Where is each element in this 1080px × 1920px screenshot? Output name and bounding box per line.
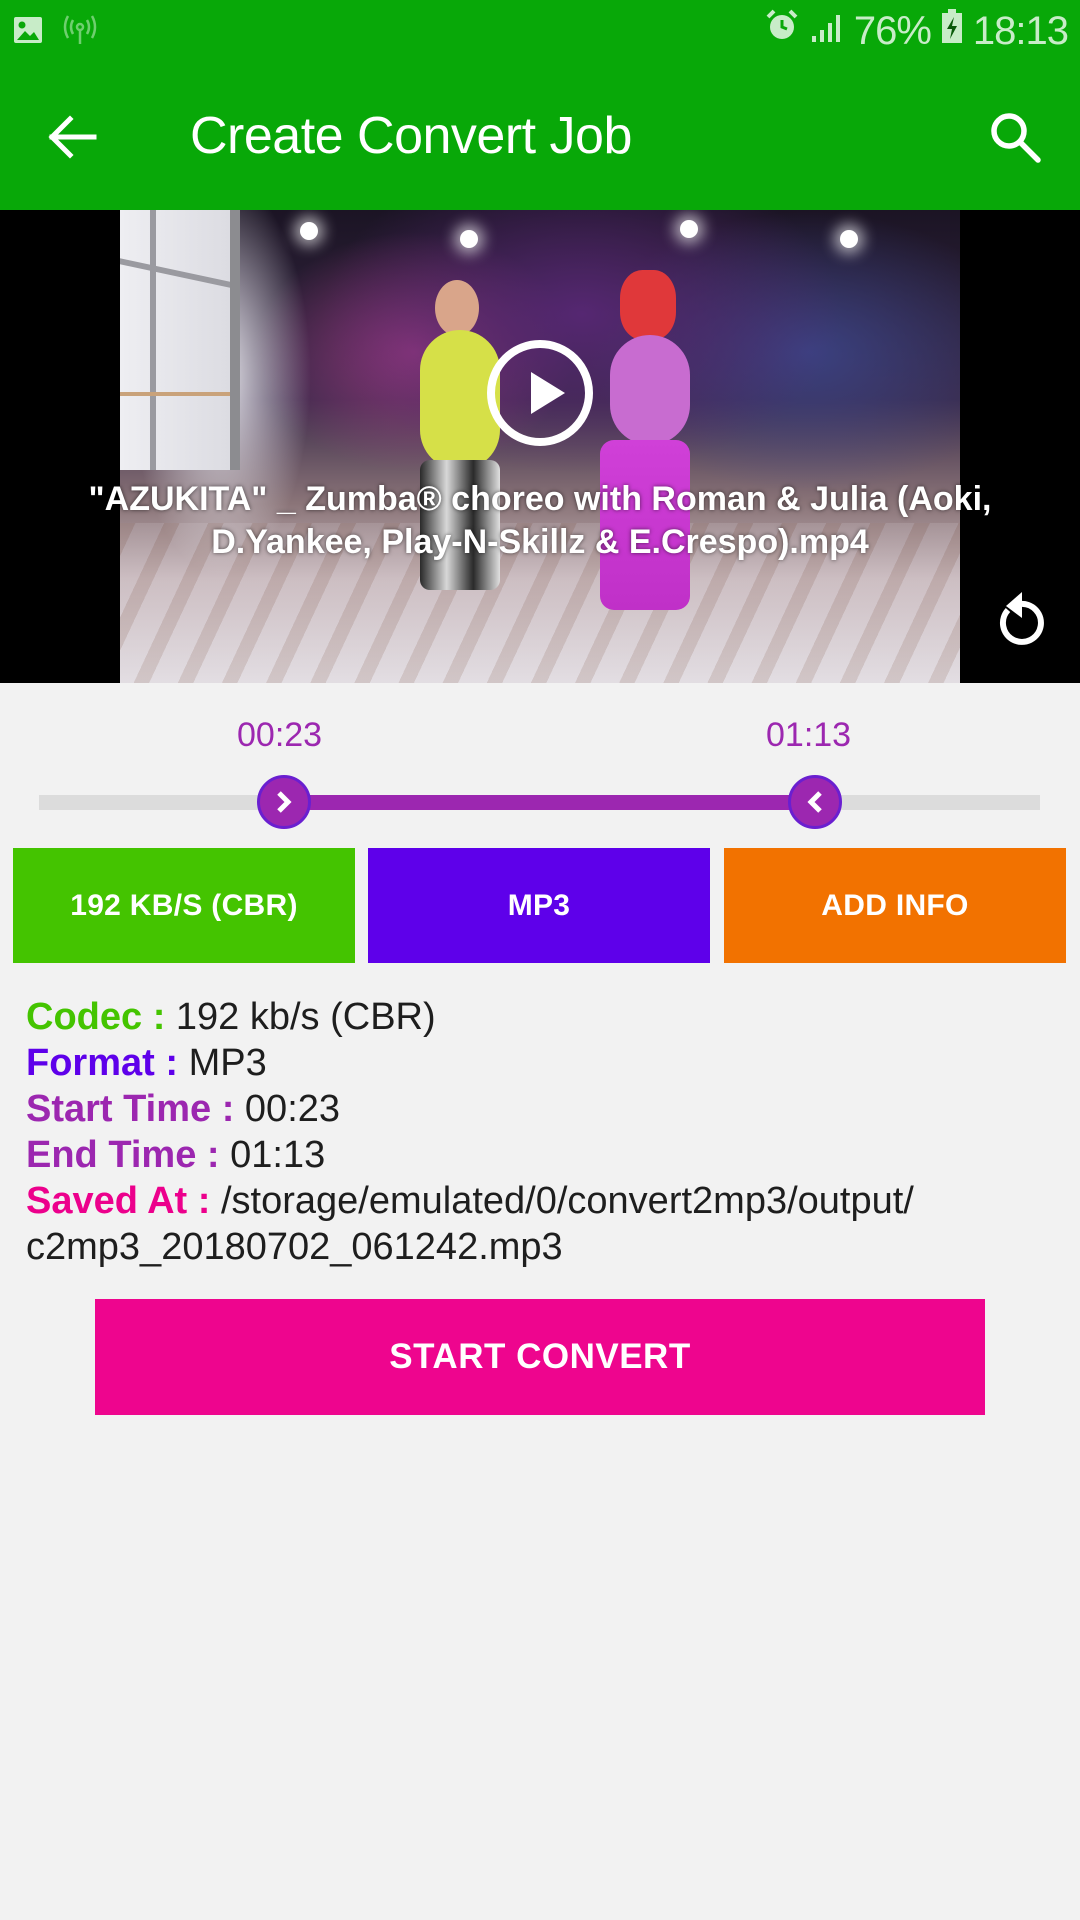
thumbnail-window	[120, 210, 240, 470]
app-bar: Create Convert Job	[0, 64, 1080, 210]
thumbnail-light	[300, 222, 318, 240]
format-button[interactable]: MP3	[368, 848, 710, 963]
trim-start-label: 00:23	[237, 716, 323, 754]
detail-start-time-label: Start Time :	[26, 1088, 245, 1130]
detail-saved-at-label: Saved At :	[26, 1180, 221, 1222]
codec-button[interactable]: 192 KB/S (CBR)	[13, 848, 355, 963]
page-title: Create Convert Job	[190, 107, 632, 165]
trim-end-handle[interactable]	[787, 775, 842, 829]
job-details: Codec : 192 kb/s (CBR) Format : MP3 Star…	[26, 994, 1066, 1270]
back-button[interactable]	[44, 109, 100, 165]
trim-end-label: 01:13	[766, 716, 852, 754]
status-bar: 76% 18:13	[0, 0, 1080, 64]
chevron-right-icon	[277, 791, 292, 813]
add-info-button[interactable]: ADD INFO	[724, 848, 1066, 963]
replay-icon	[999, 592, 1044, 645]
video-thumbnail	[120, 210, 960, 683]
detail-format-label: Format :	[26, 1042, 189, 1084]
arrow-back-icon	[48, 115, 97, 159]
detail-end-time: End Time : 01:13	[26, 1132, 1066, 1178]
play-circle-icon	[531, 372, 565, 414]
thumbnail-light	[680, 220, 698, 238]
battery-charging-icon	[941, 8, 963, 54]
start-convert-button[interactable]: START CONVERT	[95, 1299, 985, 1415]
signal-icon	[810, 9, 844, 54]
hotspot-icon	[62, 14, 98, 51]
thumbnail-dancer	[435, 280, 479, 336]
chevron-left-icon	[807, 791, 822, 813]
search-button[interactable]	[986, 108, 1044, 166]
thumbnail-light	[460, 230, 478, 248]
search-icon	[991, 113, 1041, 163]
trim-start-handle[interactable]	[257, 775, 312, 829]
play-button[interactable]	[487, 340, 593, 446]
detail-codec-value: 192 kb/s (CBR)	[175, 996, 436, 1038]
battery-percentage: 76%	[853, 8, 932, 53]
thumbnail-dancer	[610, 335, 690, 445]
thumbnail-barre	[120, 392, 230, 396]
detail-saved-at: Saved At : /storage/emulated/0/convert2m…	[26, 1178, 1066, 1270]
trim-slider-range	[284, 795, 815, 810]
detail-format: Format : MP3	[26, 1040, 1066, 1086]
detail-codec: Codec : 192 kb/s (CBR)	[26, 994, 1066, 1040]
detail-codec-label: Codec :	[26, 996, 176, 1038]
detail-start-time: Start Time : 00:23	[26, 1086, 1066, 1132]
clock: 18:13	[972, 8, 1069, 53]
thumbnail-light	[840, 230, 858, 248]
detail-start-time-value: 00:23	[244, 1088, 341, 1130]
detail-format-value: MP3	[188, 1042, 267, 1084]
detail-end-time-value: 01:13	[230, 1134, 326, 1176]
replay-button[interactable]	[990, 590, 1048, 648]
thumbnail-dancer	[620, 270, 676, 340]
detail-end-time-label: End Time :	[26, 1134, 231, 1176]
image-notification-icon	[12, 14, 44, 51]
alarm-icon	[764, 8, 800, 54]
video-file-name: "AZUKITA" _ Zumba® choreo with Roman & J…	[88, 480, 992, 561]
video-preview[interactable]: "AZUKITA" _ Zumba® choreo with Roman & J…	[0, 210, 1080, 683]
